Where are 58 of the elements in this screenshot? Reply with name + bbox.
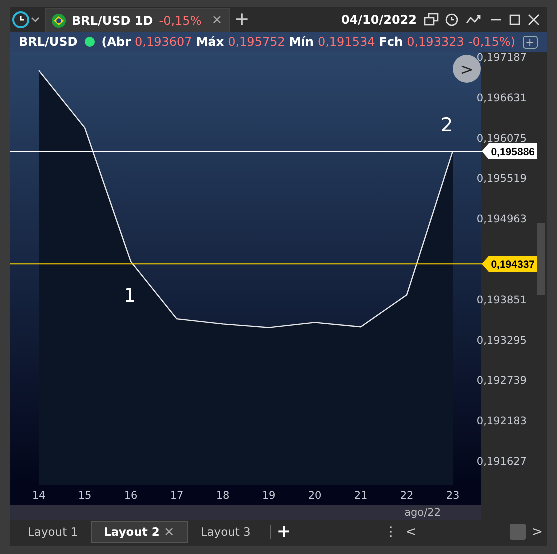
clock-icon[interactable] [445, 12, 461, 26]
axis-label: 17 [170, 490, 184, 502]
tab-title: BRL/USD 1D [72, 14, 154, 28]
chart-tab[interactable]: BRL/USD 1D -0,15% × [45, 8, 230, 32]
axis-label: 16 [124, 490, 138, 502]
axis-label: 22 [400, 490, 414, 502]
axis-label: 0,193851 [476, 294, 527, 306]
field-label: Fch [379, 35, 404, 49]
layout-tab[interactable]: Layout 2 × [91, 521, 188, 543]
add-layout-button[interactable]: + [276, 522, 292, 542]
change-value: -0,15%) [468, 35, 516, 49]
previous-button[interactable]: < [406, 524, 417, 540]
field-value: 0,193323 [407, 35, 464, 49]
axis-label: 19 [262, 490, 276, 502]
axis-label: 0,195519 [476, 173, 527, 186]
close-icon[interactable] [527, 12, 541, 26]
flag-icon [52, 14, 66, 28]
axis-label: 21 [354, 490, 368, 502]
close-button[interactable]: × [164, 524, 175, 540]
axis-label: 0,194963 [476, 214, 527, 226]
axis-label: 0,191627 [476, 456, 527, 468]
add-tab-button[interactable]: + [234, 10, 250, 28]
axis-label: 0,196075 [476, 132, 527, 145]
close-button[interactable]: × [212, 13, 223, 28]
axis-label: 0,196631 [476, 92, 527, 104]
more-button[interactable]: ⋮ [384, 524, 398, 540]
price-label: 0,194337 [491, 259, 535, 272]
axis-label: 14 [32, 490, 46, 502]
field-label: Máx [196, 35, 224, 49]
period-label: ago/22 [404, 506, 441, 518]
axis-label: 15 [78, 490, 92, 502]
change-value: -0,15% [159, 14, 202, 28]
axis-label: 20 [308, 490, 322, 502]
windows-icon[interactable] [424, 12, 440, 26]
layout-tab[interactable]: Layout 1 [15, 521, 92, 543]
scrollbar-thumb[interactable] [537, 223, 545, 295]
line-number: 1 [124, 285, 136, 308]
axis-label: 18 [216, 490, 230, 502]
field-value: 0,191534 [318, 35, 376, 49]
line-number: 2 [440, 114, 454, 137]
price-label: 0,195886 [491, 146, 535, 159]
axis-label: 0,192739 [476, 375, 527, 388]
axis-label: 23 [446, 490, 460, 502]
date-label: 04/10/2022 [341, 12, 417, 26]
axis-label: 0,192183 [476, 416, 527, 428]
status-dot [84, 37, 95, 47]
field-value: 0,193607 [135, 35, 192, 49]
scroll-thumb[interactable] [510, 524, 526, 540]
symbol-label: BRL/USD [19, 35, 78, 49]
maximize-icon[interactable] [508, 12, 522, 26]
next-button[interactable]: > [532, 524, 544, 540]
add-indicator-button[interactable]: + [522, 36, 538, 48]
field-label: (Abr [102, 35, 132, 49]
layout-tab[interactable]: Layout 3 [188, 521, 264, 543]
field-label: Mín [289, 35, 314, 49]
axis-label: 0,193295 [476, 334, 527, 347]
clock-icon[interactable] [12, 10, 40, 28]
field-value: 0,195752 [228, 35, 286, 49]
